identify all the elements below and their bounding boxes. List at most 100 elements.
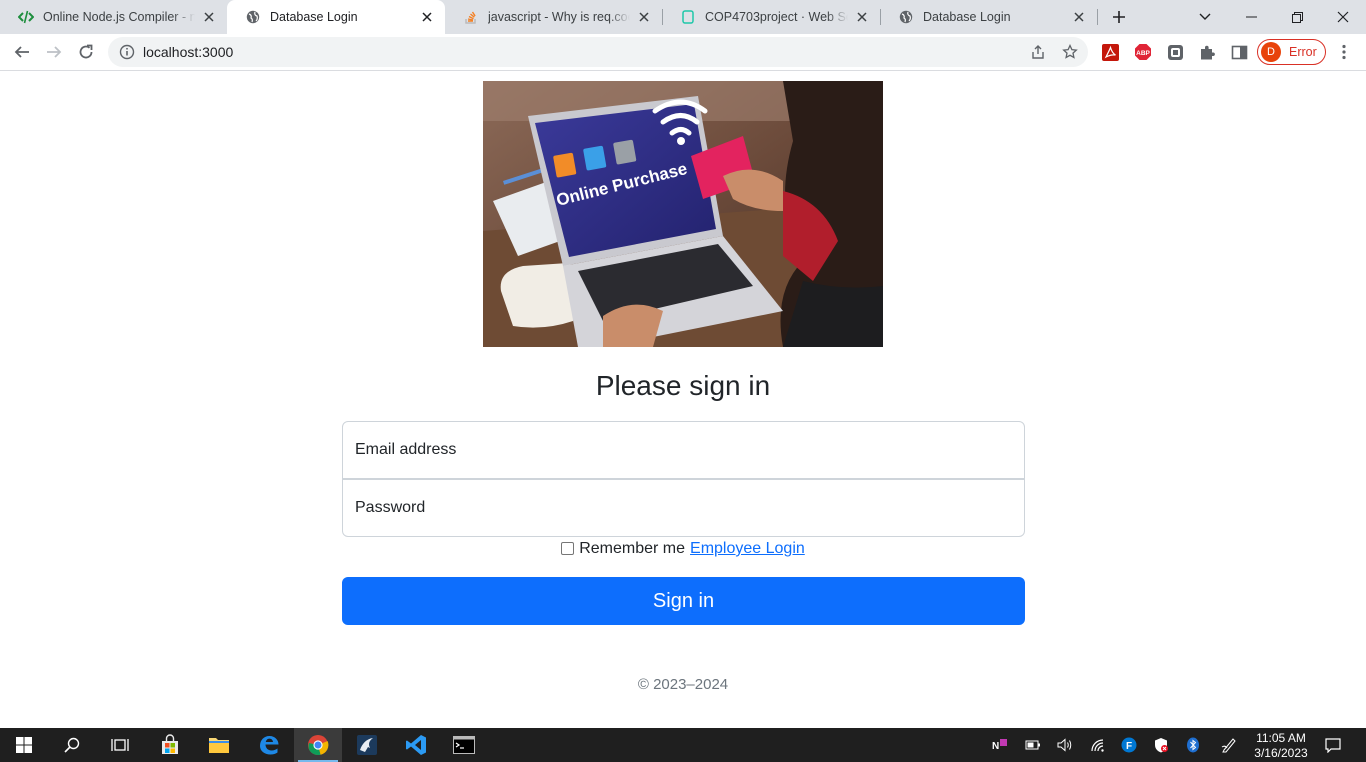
search-icon — [64, 737, 80, 753]
battery-icon[interactable] — [1025, 737, 1041, 753]
remember-label[interactable]: Remember me — [579, 540, 685, 558]
tab-title: Database Login — [923, 10, 1011, 24]
chrome-icon — [308, 735, 329, 756]
terminal-icon — [453, 736, 475, 754]
bluetooth-icon[interactable] — [1185, 737, 1201, 753]
folder-icon — [209, 738, 229, 753]
restore-button[interactable] — [1274, 0, 1320, 34]
close-icon[interactable] — [854, 9, 870, 25]
clock-date: 3/16/2023 — [1254, 746, 1308, 760]
close-icon[interactable] — [636, 9, 652, 25]
back-button[interactable] — [6, 36, 38, 68]
dolphin-icon — [357, 735, 377, 755]
hero-image: Online Purchase — [483, 81, 883, 347]
tab-cop4703project[interactable]: COP4703project · Web Servi — [662, 0, 880, 34]
arrow-right-icon — [47, 46, 62, 58]
close-icon[interactable] — [201, 9, 217, 25]
code-brackets-icon — [18, 9, 34, 25]
address-bar[interactable]: localhost:3000 — [108, 37, 1088, 67]
chrome-taskbar-button[interactable] — [294, 728, 342, 762]
clock-time: 11:05 AM — [1256, 731, 1306, 745]
start-button[interactable] — [0, 728, 48, 762]
store-bag-icon — [162, 734, 178, 754]
tab-title: COP4703project · Web Servi — [705, 10, 848, 24]
info-icon[interactable] — [119, 44, 135, 60]
tab-title: javascript - Why is req.cookie — [488, 10, 630, 24]
volume-icon[interactable] — [1057, 737, 1073, 753]
tab-title: Database Login — [270, 10, 358, 24]
extension-icon[interactable] — [1166, 43, 1184, 61]
svg-text:ABP: ABP — [1136, 50, 1150, 57]
reload-button[interactable] — [70, 36, 102, 68]
profile-button[interactable]: D Error — [1257, 39, 1326, 65]
arrow-left-icon — [14, 46, 29, 58]
wifi-icon[interactable] — [1090, 737, 1106, 753]
side-panel-icon[interactable] — [1230, 43, 1248, 61]
tab-online-nodejs-compiler[interactable]: Online Node.js Compiler - no — [0, 0, 227, 34]
file-explorer-button[interactable] — [195, 728, 243, 762]
taskbar-search-button[interactable] — [48, 728, 96, 762]
minimize-button[interactable] — [1228, 0, 1274, 34]
microsoft-store-button[interactable] — [146, 728, 194, 762]
globe-icon — [898, 9, 914, 25]
svg-text:F: F — [1126, 741, 1132, 752]
avatar: D — [1261, 42, 1281, 62]
browser-tabstrip: Online Node.js Compiler - no Database Lo… — [0, 0, 1366, 34]
close-icon — [1337, 11, 1349, 23]
email-field[interactable] — [342, 421, 1025, 479]
onenote-tray-icon[interactable]: N — [992, 737, 1008, 753]
share-icon[interactable] — [1030, 44, 1046, 60]
pdf-extension-icon[interactable] — [1101, 43, 1119, 61]
profile-status: Error — [1289, 45, 1317, 59]
replit-icon — [680, 9, 696, 25]
tab-title: Online Node.js Compiler - no — [43, 10, 195, 24]
copyright-footer: © 2023–2024 — [637, 676, 729, 693]
url-text[interactable]: localhost:3000 — [143, 44, 233, 60]
tab-javascript-req-cookie[interactable]: javascript - Why is req.cookie — [445, 0, 662, 34]
vscode-button[interactable] — [392, 728, 440, 762]
svg-text:N: N — [992, 741, 999, 752]
close-icon[interactable] — [419, 9, 435, 25]
task-view-icon — [111, 739, 129, 751]
notifications-icon[interactable] — [1325, 737, 1341, 753]
page-content: Online Purchase Please sign in Remember … — [0, 71, 1366, 728]
password-input[interactable] — [355, 499, 1024, 517]
remember-row: Remember me Employee Login — [0, 540, 1366, 558]
extensions-puzzle-icon[interactable] — [1198, 43, 1216, 61]
forward-button[interactable] — [38, 36, 70, 68]
windows-logo-icon — [16, 737, 32, 753]
adblock-extension-icon[interactable]: ABP — [1134, 43, 1152, 61]
taskbar-clock[interactable]: 11:05 AM 3/16/2023 — [1248, 731, 1314, 761]
tab-database-login-active[interactable]: Database Login — [227, 0, 445, 34]
mysql-workbench-button[interactable] — [343, 728, 391, 762]
sign-in-button[interactable]: Sign in — [342, 577, 1025, 625]
close-icon[interactable] — [1071, 9, 1087, 25]
pen-workspace-icon[interactable] — [1221, 737, 1237, 753]
chevron-down-icon — [1199, 13, 1211, 20]
tab-database-login[interactable]: Database Login — [880, 0, 1097, 34]
email-input[interactable] — [355, 441, 1024, 459]
restore-icon — [1291, 11, 1303, 23]
tab-separator — [880, 9, 881, 25]
app-f-tray-icon[interactable]: F — [1121, 737, 1137, 753]
edge-browser-button[interactable] — [245, 728, 293, 762]
windows-taskbar: N F 11:05 AM 3/16/2023 — [0, 728, 1366, 762]
employee-login-link[interactable]: Employee Login — [690, 540, 805, 558]
vscode-icon — [406, 735, 426, 755]
remember-checkbox[interactable] — [561, 541, 575, 555]
security-shield-icon[interactable] — [1153, 737, 1169, 753]
menu-button[interactable] — [1335, 43, 1353, 61]
plus-icon — [1113, 11, 1125, 23]
close-window-button[interactable] — [1320, 0, 1366, 34]
password-field[interactable] — [342, 479, 1025, 537]
terminal-button[interactable] — [440, 728, 488, 762]
star-icon[interactable] — [1062, 44, 1078, 60]
edge-icon — [260, 736, 279, 755]
page-title: Please sign in — [595, 370, 771, 401]
new-tab-button[interactable] — [1096, 0, 1142, 34]
stackoverflow-icon — [463, 9, 479, 25]
minimize-icon — [1245, 16, 1257, 18]
tab-search-button[interactable] — [1182, 0, 1228, 34]
task-view-button[interactable] — [96, 728, 144, 762]
browser-toolbar: localhost:3000 ABP D Error — [0, 34, 1366, 71]
